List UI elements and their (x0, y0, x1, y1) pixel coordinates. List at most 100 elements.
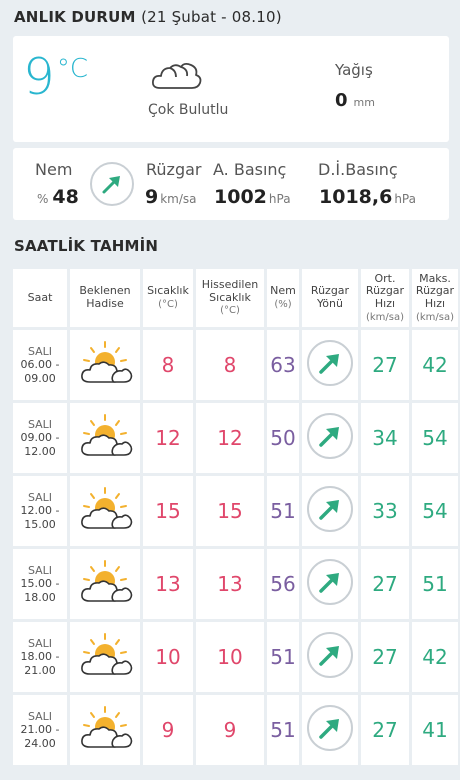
current-metrics-card: Nem % 48 Rüzgar 9 km/sa A. Basınç 1002 hPa … (13, 148, 449, 220)
max-wind-cell: 42 (412, 330, 458, 400)
humidity-number: 48 (52, 186, 79, 208)
current-temperature: 9°C (23, 52, 88, 102)
time-start: 18.00 - (20, 650, 60, 664)
humidity-value: % 48 (37, 186, 79, 208)
table-row: SALI 09.00 -12.00 12 12 50 34 54 (13, 403, 458, 473)
wind-speed: 9 (145, 186, 159, 208)
cloud-icon (150, 60, 204, 98)
wind-direction-icon (307, 705, 353, 751)
table-row: SALI 12.00 -15.00 15 15 51 33 54 (13, 476, 458, 546)
header-time: Saat (13, 269, 67, 327)
header-humidity: Nem (%) (267, 269, 299, 327)
feels-like-cell: 12 (196, 403, 264, 473)
hourly-forecast-table: Saat Beklenen Hadise Sıcaklık (°C) Hissedi… (10, 266, 460, 768)
pressure-label: A. Basınç (213, 160, 287, 179)
wind-label: Rüzgar (146, 160, 202, 179)
feels-like-cell: 15 (196, 476, 264, 546)
max-wind-cell: 54 (412, 476, 458, 546)
avg-wind-cell: 33 (361, 476, 409, 546)
wind-direction-cell (302, 330, 358, 400)
wind-direction-icon (307, 632, 353, 678)
table-row: SALI 15.00 -18.00 13 13 56 27 51 (13, 549, 458, 619)
temperature-cell: 13 (143, 549, 193, 619)
temperature-cell: 12 (143, 403, 193, 473)
day-label: SALI (27, 345, 53, 359)
wind-direction-cell (302, 695, 358, 765)
humidity-cell: 50 (267, 403, 299, 473)
avg-wind-cell: 27 (361, 330, 409, 400)
current-status-date: (21 Şubat - 08.10) (141, 8, 282, 26)
avg-wind-cell: 27 (361, 695, 409, 765)
time-start: 15.00 - (20, 577, 60, 591)
pressure-number: 1002 (214, 186, 267, 208)
max-wind-cell: 51 (412, 549, 458, 619)
precipitation-value: 0 mm (335, 90, 375, 111)
table-header-row: Saat Beklenen Hadise Sıcaklık (°C) Hissedi… (13, 269, 458, 327)
max-wind-cell: 54 (412, 403, 458, 473)
humidity-cell: 63 (267, 330, 299, 400)
time-end: 15.00 (24, 517, 56, 531)
pressure-value: 1002 hPa (214, 186, 291, 208)
day-label: SALI (27, 637, 53, 651)
feels-like-cell: 9 (196, 695, 264, 765)
temperature-value: 9 (23, 48, 55, 106)
time-cell: SALI 21.00 -24.00 (13, 695, 67, 765)
partly-cloudy-icon (70, 549, 140, 619)
partly-cloudy-icon (70, 476, 140, 546)
feels-like-cell: 8 (196, 330, 264, 400)
wind-direction-cell (302, 622, 358, 692)
precipitation-amount: 0 (335, 90, 348, 111)
condition-text: Çok Bulutlu (148, 102, 229, 118)
time-end: 09.00 (24, 371, 56, 385)
time-cell: SALI 15.00 -18.00 (13, 549, 67, 619)
wind-direction-icon (307, 486, 353, 532)
time-end: 12.00 (24, 444, 56, 458)
partly-cloudy-icon (70, 695, 140, 765)
table-row: SALI 06.00 -09.00 8 8 63 27 42 (13, 330, 458, 400)
temperature-unit: °C (56, 54, 88, 84)
table-row: SALI 18.00 -21.00 10 10 51 27 42 (13, 622, 458, 692)
current-conditions-card: 9°C Çok Bulutlu Yağış 0 mm (13, 36, 449, 142)
avg-wind-cell: 34 (361, 403, 409, 473)
feels-like-cell: 13 (196, 549, 264, 619)
day-label: SALI (27, 710, 53, 724)
header-feels-like: Hissedilen Sıcaklık (°C) (196, 269, 264, 327)
wind-direction-cell (302, 403, 358, 473)
sea-pressure-label: D.İ.Basınç (318, 160, 398, 179)
time-end: 24.00 (24, 736, 56, 750)
time-cell: SALI 09.00 -12.00 (13, 403, 67, 473)
humidity-cell: 51 (267, 622, 299, 692)
time-cell: SALI 06.00 -09.00 (13, 330, 67, 400)
day-label: SALI (27, 491, 53, 505)
precipitation-unit: mm (353, 96, 375, 109)
humidity-label: Nem (35, 160, 73, 179)
header-event: Beklenen Hadise (70, 269, 140, 327)
avg-wind-cell: 27 (361, 622, 409, 692)
temperature-cell: 8 (143, 330, 193, 400)
temperature-cell: 9 (143, 695, 193, 765)
wind-direction-icon (307, 413, 353, 459)
header-avg-wind: Ort. Rüzgar Hızı (km/sa) (361, 269, 409, 327)
day-label: SALI (27, 564, 53, 578)
wind-direction-icon (307, 559, 353, 605)
feels-like-cell: 10 (196, 622, 264, 692)
partly-cloudy-icon (70, 622, 140, 692)
humidity-cell: 56 (267, 549, 299, 619)
current-status-title: ANLIK DURUM (21 Şubat - 08.10) (14, 8, 282, 26)
max-wind-cell: 41 (412, 695, 458, 765)
wind-direction-cell (302, 476, 358, 546)
wind-direction-icon (90, 162, 134, 206)
precipitation-label: Yağış (335, 61, 373, 79)
wind-value: 9 km/sa (145, 186, 197, 208)
time-cell: SALI 18.00 -21.00 (13, 622, 67, 692)
time-end: 21.00 (24, 663, 56, 677)
humidity-prefix: % (37, 192, 49, 206)
max-wind-cell: 42 (412, 622, 458, 692)
temperature-cell: 15 (143, 476, 193, 546)
partly-cloudy-icon (70, 403, 140, 473)
wind-direction-cell (302, 549, 358, 619)
hourly-forecast-title: SAATLİK TAHMİN (14, 237, 159, 255)
sea-pressure-value: 1018,6 hPa (319, 186, 416, 208)
sea-pressure-unit: hPa (394, 192, 416, 206)
time-end: 18.00 (24, 590, 56, 604)
